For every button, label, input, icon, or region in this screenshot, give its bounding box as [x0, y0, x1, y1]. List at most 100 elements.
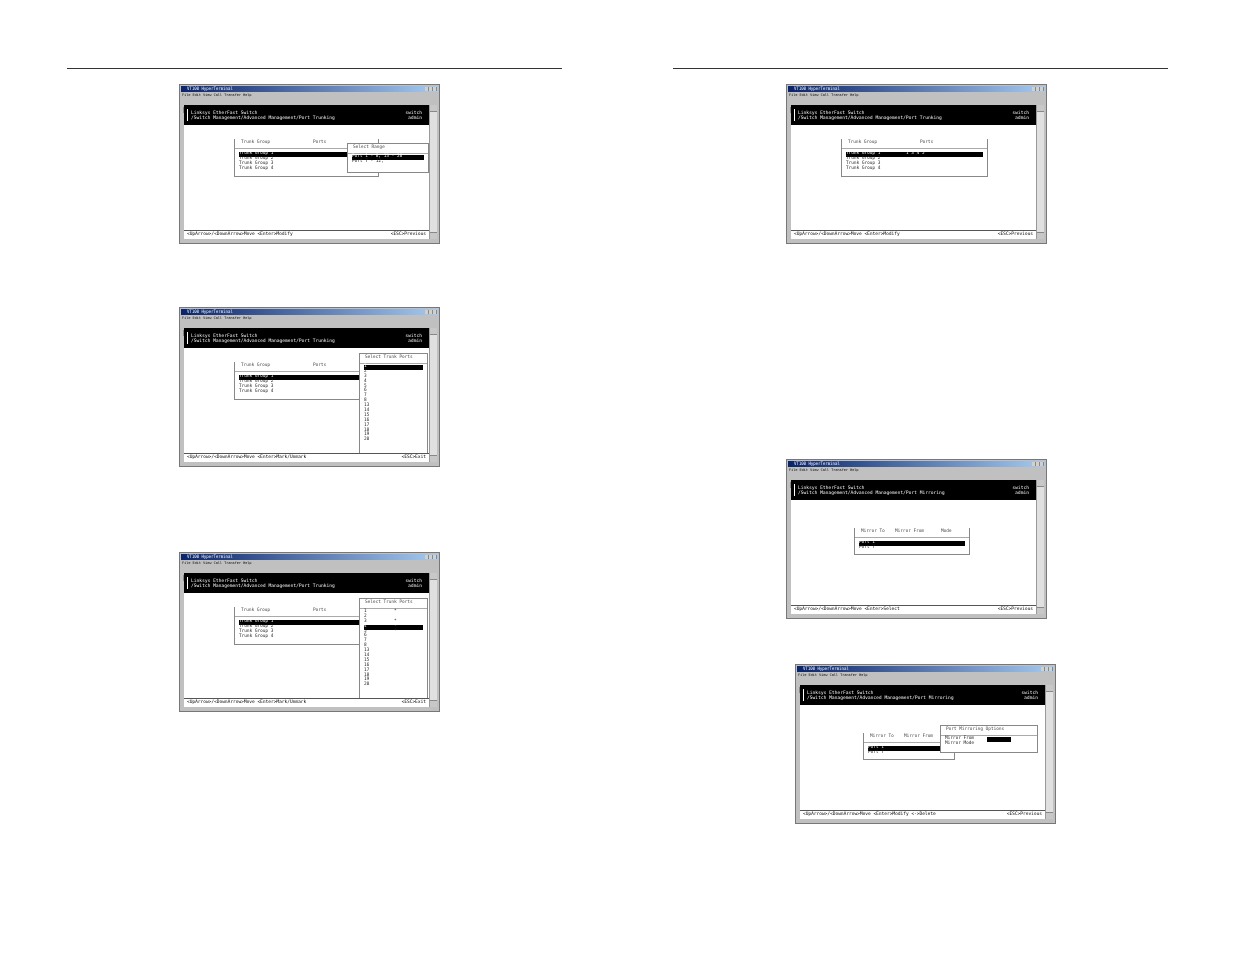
window-controls-icon[interactable] — [425, 87, 437, 91]
screenshot-port-trunking-select-range: VT100 HyperTerminal File Edit View Call … — [179, 84, 440, 244]
terminal-header: Linksys EtherFast Switch /Switch Managem… — [184, 573, 429, 593]
vertical-scrollbar[interactable] — [429, 573, 437, 707]
column-header-trunk-group: Trunk Group — [241, 608, 271, 613]
option-label: Mirror Mode — [945, 740, 975, 746]
vertical-scrollbar[interactable] — [429, 328, 437, 462]
menu-path: /Switch Management/Advanced Management/P… — [807, 696, 954, 701]
port-mirroring-options-popup: Port Mirroring Options Mirror From Mirro… — [940, 725, 1038, 753]
terminal-screen: Linksys EtherFast Switch /Switch Managem… — [791, 105, 1036, 239]
status-hint-right: <ESC>Previous — [997, 607, 1033, 612]
window-title: VT100 HyperTerminal — [187, 86, 233, 91]
screenshot-port-trunking-select-ports: VT100 HyperTerminal File Edit View Call … — [179, 307, 440, 467]
port-list: 1 * 2 3 * 4 * 5 * 6 7 8 13 14 15 16 17 18 19 20 — [364, 609, 423, 688]
status-hint-left: <UpArrow>/<DownArrow>Move <Enter>Select — [794, 607, 900, 612]
window-title: VT100 HyperTerminal — [794, 86, 840, 91]
toolbar — [182, 566, 437, 581]
window-controls-icon[interactable] — [425, 555, 437, 559]
trunk-group-label: Trunk Group 4 — [846, 165, 881, 171]
column-header-ports: Ports — [920, 140, 934, 145]
column-header-mirror-from: Mirror From — [895, 529, 925, 534]
toolbar — [182, 321, 437, 336]
right-page-rule — [673, 68, 1168, 69]
menu-path: /Switch Management/Advanced Management/P… — [798, 491, 945, 496]
window-titlebar: VT100 HyperTerminal — [788, 86, 1045, 92]
range-option-label: Port 7 - 12, — [352, 158, 384, 164]
mirror-port-label: Port 7 — [868, 749, 884, 755]
trunk-group-label: Trunk Group 4 — [239, 633, 274, 639]
column-header-mode: Mode — [941, 529, 952, 534]
terminal-header: Linksys EtherFast Switch /Switch Managem… — [800, 685, 1045, 705]
status-hint-left: <UpArrow>/<DownArrow>Move <Enter>Modify — [187, 232, 293, 237]
status-bar: <UpArrow>/<DownArrow>Move <Enter>Mark/Un… — [184, 698, 429, 707]
port-number: 20 — [364, 437, 370, 443]
terminal-header: Linksys EtherFast Switch /Switch Managem… — [791, 105, 1036, 125]
window-controls-icon[interactable] — [1032, 87, 1044, 91]
column-header-ports: Ports — [313, 363, 327, 368]
window-title: VT100 HyperTerminal — [794, 461, 840, 466]
user-name: admin — [1015, 491, 1029, 496]
user-name: admin — [408, 116, 422, 121]
column-header-trunk-group: Trunk Group — [848, 140, 878, 145]
left-page-rule — [67, 68, 562, 69]
window-titlebar: VT100 HyperTerminal — [181, 554, 438, 560]
trunk-group-row[interactable]: Trunk Group 4 — [239, 388, 374, 395]
status-hint-right: <ESC>Exit — [401, 455, 426, 460]
trunk-group-row[interactable]: Trunk Group 4 — [239, 633, 374, 640]
column-header-ports: Ports — [313, 140, 327, 145]
status-hint-right: <ESC>Previous — [1006, 812, 1042, 817]
toolbar — [789, 473, 1044, 488]
status-hint-right: <ESC>Previous — [997, 232, 1033, 237]
mirror-mode-option[interactable]: Mirror Mode — [945, 740, 1033, 747]
menu-path: /Switch Management/Advanced Management/P… — [191, 584, 335, 589]
status-bar: <UpArrow>/<DownArrow>Move <Enter>Modify … — [800, 810, 1045, 819]
vertical-scrollbar[interactable] — [1045, 685, 1053, 819]
screenshot-port-trunking-result: VT100 HyperTerminal File Edit View Call … — [786, 84, 1047, 244]
window-titlebar: VT100 HyperTerminal — [181, 86, 438, 92]
mirror-row[interactable]: Port 7 — [868, 749, 950, 756]
mirror-row[interactable]: Port 7 — [859, 545, 965, 551]
status-hint-right: <ESC>Exit — [401, 700, 426, 705]
window-titlebar: VT100 HyperTerminal — [181, 309, 438, 315]
user-name: admin — [1024, 696, 1038, 701]
trunk-group-row[interactable]: Trunk Group 4 — [846, 165, 983, 172]
menu-path: /Switch Management/Advanced Management/P… — [798, 116, 942, 121]
port-list-item[interactable]: 20 — [364, 437, 423, 443]
status-bar: <UpArrow>/<DownArrow>Move <Enter>Select <… — [791, 605, 1036, 614]
window-title: VT100 HyperTerminal — [187, 554, 233, 559]
popup-title: Select Trunk Ports — [365, 600, 413, 605]
menu-path: /Switch Management/Advanced Management/P… — [191, 116, 335, 121]
column-header-mirror-from: Mirror From — [904, 734, 934, 739]
trunk-group-label: Trunk Group 4 — [239, 165, 274, 171]
column-header-trunk-group: Trunk Group — [241, 140, 271, 145]
terminal-screen: Linksys EtherFast Switch /Switch Managem… — [791, 480, 1036, 614]
vertical-scrollbar[interactable] — [1036, 105, 1044, 239]
window-controls-icon[interactable] — [1041, 667, 1053, 671]
terminal-screen: Linksys EtherFast Switch /Switch Managem… — [184, 328, 429, 462]
popup-title: Select Trunk Ports — [365, 355, 413, 360]
select-range-popup: Select Range Port 1 - 8, 13 - 20 Port 7 … — [347, 143, 429, 173]
status-hint-left: <UpArrow>/<DownArrow>Move <Enter>Modify — [794, 232, 900, 237]
status-bar: <UpArrow>/<DownArrow>Move <Enter>Modify <… — [791, 230, 1036, 239]
port-list-item[interactable]: 20 — [364, 682, 423, 688]
screenshot-port-mirroring: VT100 HyperTerminal File Edit View Call … — [786, 459, 1047, 619]
vertical-scrollbar[interactable] — [429, 105, 437, 239]
window-controls-icon[interactable] — [1032, 462, 1044, 466]
status-bar: <UpArrow>/<DownArrow>Move <Enter>Modify <… — [184, 230, 429, 239]
terminal-screen: Linksys EtherFast Switch /Switch Managem… — [184, 105, 429, 239]
user-name: admin — [408, 339, 422, 344]
column-header-mirror-to: Mirror To — [861, 529, 885, 534]
terminal-header: Linksys EtherFast Switch /Switch Managem… — [184, 105, 429, 125]
toolbar — [798, 678, 1053, 693]
terminal-screen: Linksys EtherFast Switch /Switch Managem… — [800, 685, 1045, 819]
trunk-group-label: Trunk Group 4 — [239, 388, 274, 394]
vertical-scrollbar[interactable] — [1036, 480, 1044, 614]
window-controls-icon[interactable] — [425, 310, 437, 314]
status-hint-left: <UpArrow>/<DownArrow>Move <Enter>Mark/Un… — [187, 455, 307, 460]
trunk-group-table: Trunk Group Ports Trunk Group 11 3 4 5 Tr… — [841, 139, 988, 177]
select-trunk-ports-popup: Select Trunk Ports 1 2 3 4 5 6 7 8 13 14 15 16 17 18 1… — [359, 353, 428, 459]
port-list: 1 2 3 4 5 6 7 8 13 14 15 16 17 18 19 20 — [364, 364, 423, 443]
range-option[interactable]: Port 7 - 12, — [352, 158, 424, 165]
screenshot-port-mirroring-options: VT100 HyperTerminal File Edit View Call … — [795, 664, 1056, 824]
trunk-group-table: Trunk Group Ports Trunk Group 1 Trunk Gro… — [234, 362, 379, 400]
window-title: VT100 HyperTerminal — [187, 309, 233, 314]
